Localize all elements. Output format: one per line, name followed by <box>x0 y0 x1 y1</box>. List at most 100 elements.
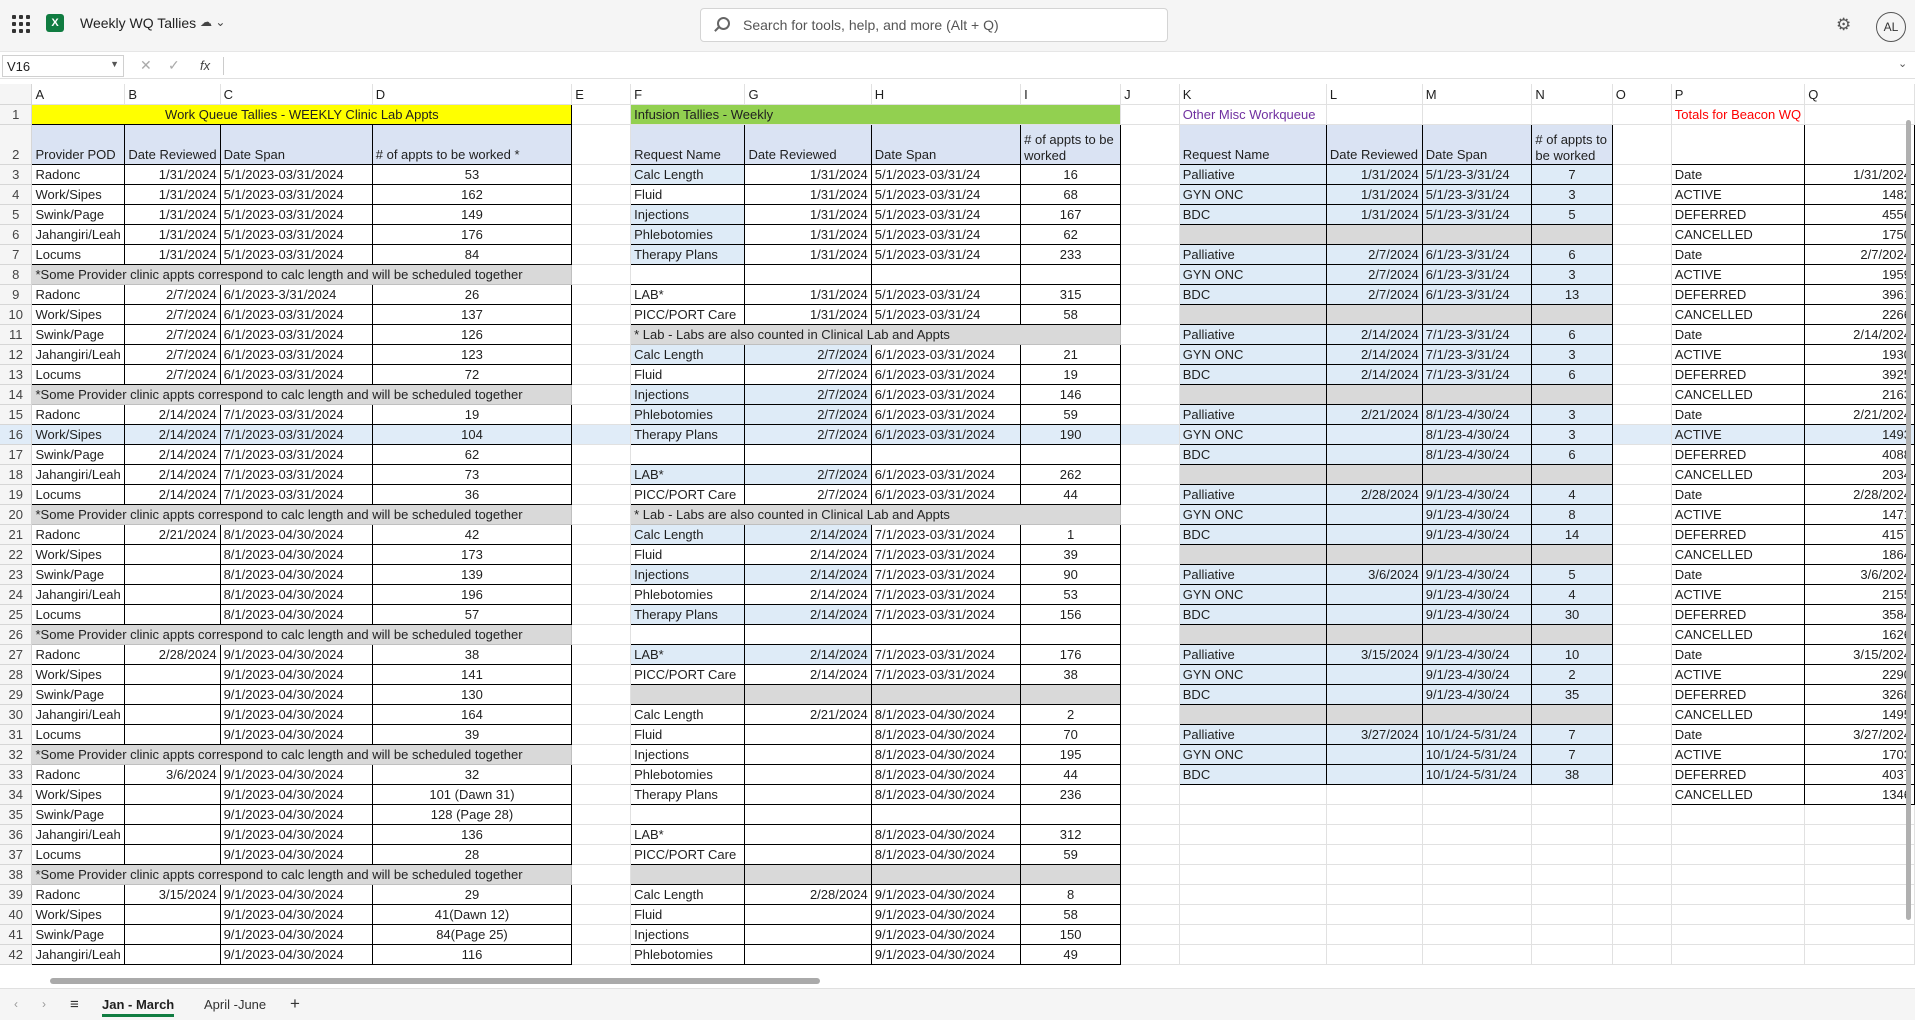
cell-j13[interactable] <box>1120 364 1180 385</box>
cell-h18[interactable]: 6/1/2023-03/31/2024 <box>870 463 1022 485</box>
cell-l3[interactable]: 1/31/2024 <box>1325 163 1423 185</box>
cell-q25[interactable]: 3584 <box>1804 603 1915 625</box>
cell-i24[interactable]: 53 <box>1020 583 1122 605</box>
cell-o11[interactable] <box>1612 324 1672 345</box>
cell-l21[interactable] <box>1325 523 1423 545</box>
cell-k4[interactable]: GYN ONC <box>1178 183 1327 205</box>
cell-g26[interactable] <box>744 623 872 645</box>
cell-a3[interactable]: Radonc <box>31 163 126 185</box>
cell-f10[interactable]: PICC/PORT Care <box>630 303 746 325</box>
cell-l19[interactable]: 2/28/2024 <box>1325 483 1423 505</box>
cell-j22[interactable] <box>1120 544 1180 565</box>
cell-e21[interactable] <box>571 524 632 545</box>
cell-e4[interactable] <box>571 184 632 205</box>
document-title[interactable]: Weekly WQ Tallies <box>80 15 196 31</box>
cell-a32[interactable]: *Some Provider clinic appts correspond t… <box>31 743 573 765</box>
cell-c30[interactable]: 9/1/2023-04/30/2024 <box>219 703 373 725</box>
cell-a19[interactable]: Locums <box>31 483 126 505</box>
cell-b9[interactable]: 2/7/2024 <box>124 283 221 305</box>
cell-q10[interactable]: 2266 <box>1804 303 1915 325</box>
column-header-n[interactable]: N <box>1531 84 1613 105</box>
cell-g9[interactable]: 1/31/2024 <box>744 283 872 305</box>
cell-i39[interactable]: 8 <box>1020 883 1122 905</box>
cell-a33[interactable]: Radonc <box>31 763 126 785</box>
cell-q30[interactable]: 1495 <box>1804 703 1915 725</box>
cell-j25[interactable] <box>1120 604 1180 625</box>
cell-i9[interactable]: 315 <box>1020 283 1122 305</box>
cell-a1[interactable]: Work Queue Tallies - WEEKLY Clinic Lab A… <box>31 103 573 125</box>
cell-n35[interactable] <box>1531 804 1613 825</box>
cell-f1[interactable]: Infusion Tallies - Weekly <box>630 104 1122 125</box>
cell-m23[interactable]: 9/1/23-4/30/24 <box>1421 563 1533 585</box>
cell-b25[interactable] <box>124 603 221 625</box>
cell-m9[interactable]: 6/1/23-3/31/24 <box>1421 283 1533 305</box>
cell-e11[interactable] <box>571 324 632 345</box>
cell-b33[interactable]: 3/6/2024 <box>124 763 221 785</box>
cell-l32[interactable] <box>1325 743 1423 765</box>
cell-c4[interactable]: 5/1/2023-03/31/2024 <box>219 183 373 205</box>
cell-a39[interactable]: Radonc <box>31 883 126 905</box>
cell-p22[interactable]: CANCELLED <box>1670 543 1806 565</box>
cell-n23[interactable]: 5 <box>1531 563 1613 585</box>
row-header[interactable]: 3 <box>0 164 33 185</box>
cell-m16[interactable]: 8/1/23-4/30/24 <box>1421 423 1533 445</box>
cell-a42[interactable]: Jahangiri/Leah <box>31 943 126 965</box>
cell-h4[interactable]: 5/1/2023-03/31/24 <box>870 183 1022 205</box>
cell-f33[interactable]: Phlebotomies <box>630 763 746 785</box>
cell-n19[interactable]: 4 <box>1531 483 1613 505</box>
cell-i19[interactable]: 44 <box>1020 483 1122 505</box>
cell-k14[interactable] <box>1178 383 1327 405</box>
cell-e29[interactable] <box>571 684 632 705</box>
column-header-g[interactable]: G <box>744 84 872 105</box>
cell-q34[interactable]: 1346 <box>1804 783 1915 805</box>
vertical-scroll-thumb[interactable] <box>1906 120 1911 920</box>
cell-d13[interactable]: 72 <box>371 363 573 385</box>
cell-f11[interactable]: * Lab - Labs are also counted in Clinica… <box>630 323 1122 345</box>
cell-m24[interactable]: 9/1/23-4/30/24 <box>1421 583 1533 605</box>
cell-e26[interactable] <box>571 624 632 645</box>
cell-i26[interactable] <box>1020 623 1122 645</box>
cell-j20[interactable] <box>1120 504 1180 525</box>
cell-m36[interactable] <box>1422 824 1533 845</box>
cell-l1[interactable] <box>1326 104 1423 125</box>
cell-o7[interactable] <box>1612 244 1672 265</box>
cell-j24[interactable] <box>1120 584 1180 605</box>
cell-a8[interactable]: *Some Provider clinic appts correspond t… <box>31 263 573 285</box>
cell-c6[interactable]: 5/1/2023-03/31/2024 <box>219 223 373 245</box>
cell-d34[interactable]: 101 (Dawn 31) <box>371 783 573 805</box>
cell-c41[interactable]: 9/1/2023-04/30/2024 <box>219 923 373 945</box>
cell-m18[interactable] <box>1421 463 1533 485</box>
row-header[interactable]: 33 <box>0 764 33 785</box>
row-header[interactable]: 41 <box>0 924 33 945</box>
cell-p16[interactable]: ACTIVE <box>1670 423 1806 445</box>
cell-d33[interactable]: 32 <box>371 763 573 785</box>
column-header-f[interactable]: F <box>630 84 746 105</box>
cell-k21[interactable]: BDC <box>1178 523 1327 545</box>
cancel-icon[interactable]: ✕ <box>140 57 152 74</box>
cell-l10[interactable] <box>1325 303 1423 325</box>
row-header[interactable]: 19 <box>0 484 33 505</box>
cell-p14[interactable]: CANCELLED <box>1670 383 1806 405</box>
cell-n34[interactable] <box>1531 784 1613 805</box>
cell-m1[interactable] <box>1422 104 1533 125</box>
cell-f7[interactable]: Therapy Plans <box>630 243 746 265</box>
row-header[interactable]: 34 <box>0 784 33 805</box>
cell-i18[interactable]: 262 <box>1020 463 1122 485</box>
cell-k26[interactable] <box>1178 623 1327 645</box>
cell-p2[interactable] <box>1670 123 1806 165</box>
cell-b15[interactable]: 2/14/2024 <box>124 403 221 425</box>
cell-k8[interactable]: GYN ONC <box>1178 263 1327 285</box>
cell-l33[interactable] <box>1325 763 1423 785</box>
cell-a11[interactable]: Swink/Page <box>31 323 126 345</box>
cell-h28[interactable]: 7/1/2023-03/31/2024 <box>870 663 1022 685</box>
cell-q15[interactable]: 2/21/2024 <box>1804 403 1915 425</box>
cell-m26[interactable] <box>1421 623 1533 645</box>
cell-p40[interactable] <box>1671 904 1806 925</box>
column-header-d[interactable]: D <box>372 84 573 105</box>
column-header-b[interactable]: B <box>124 84 221 105</box>
cell-m30[interactable] <box>1421 703 1533 725</box>
cell-h40[interactable]: 9/1/2023-04/30/2024 <box>870 903 1022 925</box>
cell-h27[interactable]: 7/1/2023-03/31/2024 <box>870 643 1022 665</box>
cell-j40[interactable] <box>1120 904 1180 925</box>
cell-i8[interactable] <box>1020 263 1122 285</box>
